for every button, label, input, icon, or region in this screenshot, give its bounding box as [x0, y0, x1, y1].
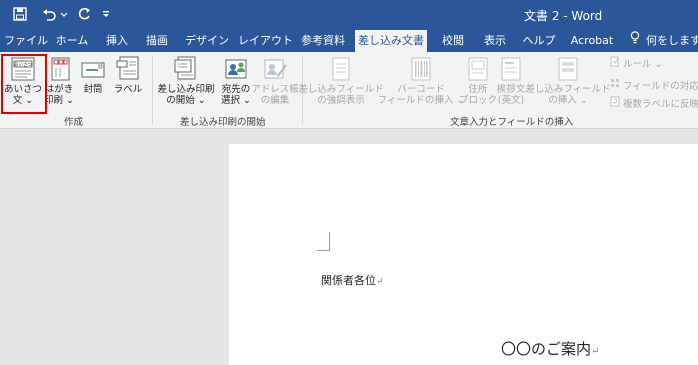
create-group-label: 作成 [64, 117, 84, 128]
select-recipients-label-2: 選択 ⌄ [221, 95, 251, 106]
start-mail-merge-label-1: 差し込み印刷 [157, 84, 215, 95]
tab-acrobat[interactable]: Acrobat [568, 30, 616, 52]
start-mail-merge-icon [172, 56, 200, 82]
highlight-fields-icon [327, 56, 355, 82]
update-labels-icon [610, 96, 620, 110]
address-block-button[interactable]: 住所 ブロック [459, 56, 498, 112]
edit-address-book-label-1: アドレス帳 [251, 84, 299, 95]
tab-mailings[interactable]: 差し込み文書 [355, 30, 427, 52]
start-mail-merge-label-2: の開始 ⌄ [166, 95, 206, 106]
greeting-line-label-2: (英文) [497, 95, 525, 106]
undo-icon[interactable] [40, 4, 70, 24]
tab-design[interactable]: デザイン [182, 30, 232, 52]
address-block-label-2: ブロック [459, 95, 498, 106]
ribbon-tab-bar: ファイル ホーム 挿入 描画 デザイン レイアウト 参考資料 差し込み文書 校閲… [0, 30, 698, 52]
heading-text: 〇〇のご案内 [501, 340, 592, 358]
match-fields-button[interactable]: フィールドの対応 [610, 78, 698, 92]
insert-merge-field-label-1: 差し込みフィールド [525, 84, 611, 95]
paragraph-mark: ↵ [591, 346, 600, 357]
barcode-icon [407, 56, 435, 82]
insert-barcode-field-button[interactable]: バーコード フィールドの挿入 ⌄ [378, 56, 464, 112]
insert-merge-field-icon [554, 56, 582, 82]
postcard-print-button[interactable]: はがき 印刷 ⌄ [42, 56, 76, 112]
title-bar: 文書 2 - Word [0, 0, 698, 30]
write-insert-group-label: 文章入力とフィールドの挿入 [450, 117, 574, 128]
paragraph-mark: ↵ [376, 277, 384, 287]
greeting-letter-highlight [1, 54, 47, 114]
update-labels-button[interactable]: 複数ラベルに反映 [610, 96, 698, 110]
label-icon [114, 56, 142, 82]
insert-merge-field-button[interactable]: 差し込みフィールド の挿入 ⌄ [525, 56, 611, 112]
greeting-line-icon [497, 56, 525, 82]
tab-home[interactable]: ホーム [52, 30, 92, 52]
insert-merge-field-label-2: の挿入 ⌄ [548, 95, 588, 106]
margin-corner-mark [317, 232, 330, 251]
select-recipients-label-1: 宛先の [221, 84, 251, 95]
highlight-merge-fields-button[interactable]: 差し込みフィールド の強調表示 [298, 56, 384, 112]
tab-help[interactable]: ヘルプ [519, 30, 559, 52]
match-fields-icon [610, 78, 620, 92]
address-block-icon [464, 56, 492, 82]
envelope-button[interactable]: 封筒 [78, 56, 108, 112]
tab-view[interactable]: 表示 [478, 30, 512, 52]
match-fields-label: フィールドの対応 [623, 81, 698, 92]
address-block-label-1: 住所 [468, 84, 488, 95]
greeting-line-label-1: 挨拶文 [496, 84, 526, 95]
envelope-label: 封筒 [83, 84, 103, 95]
envelope-icon [79, 56, 107, 82]
tell-me-label: 何をしますか [646, 34, 698, 47]
tab-file[interactable]: ファイル [4, 30, 48, 52]
edit-address-book-label-2: の編集 [260, 95, 290, 106]
edit-address-book-icon [261, 56, 289, 82]
rules-label: ルール ⌄ [623, 59, 663, 70]
window-title: 文書 2 - Word [524, 9, 603, 23]
start-mail-merge-button[interactable]: 差し込み印刷 の開始 ⌄ [156, 56, 216, 112]
update-labels-label: 複数ラベルに反映 [623, 99, 698, 110]
tab-layout[interactable]: レイアウト [238, 30, 293, 52]
document-heading[interactable]: 〇〇のご案内↵ [501, 338, 599, 359]
highlight-fields-label-1: 差し込みフィールド [298, 84, 384, 95]
group-divider [152, 56, 153, 124]
tell-me-box[interactable]: 何をしますか [630, 30, 698, 52]
select-recipients-button[interactable]: 宛先の 選択 ⌄ [218, 56, 254, 112]
redo-icon[interactable] [74, 4, 94, 24]
customize-qat-icon[interactable] [96, 4, 116, 24]
select-recipients-icon [222, 56, 250, 82]
tab-draw[interactable]: 描画 [142, 30, 172, 52]
postcard-icon [45, 56, 73, 82]
rules-button[interactable]: ルール ⌄ [610, 56, 662, 70]
highlight-fields-label-2: の強調表示 [317, 95, 365, 106]
labels-button[interactable]: ラベル [110, 56, 146, 112]
tab-references[interactable]: 参考資料 [296, 30, 350, 52]
lightbulb-icon [630, 30, 640, 52]
edit-address-book-button[interactable]: アドレス帳 の編集 [251, 56, 299, 112]
recipient-text: 関係者各位 [321, 274, 376, 287]
postcard-label-2: 印刷 ⌄ [44, 95, 74, 106]
recipient-line[interactable]: 関係者各位↵ [321, 272, 384, 288]
rules-icon [610, 56, 620, 70]
barcode-label-1: バーコード [397, 84, 445, 95]
tab-review[interactable]: 校閲 [438, 30, 468, 52]
document-page[interactable]: 関係者各位↵ 〇〇のご案内↵ [229, 144, 698, 365]
postcard-label-1: はがき [44, 84, 74, 95]
tab-insert[interactable]: 挿入 [102, 30, 132, 52]
ribbon-panel: あいさつ あいさつ 文 ⌄ はがき 印刷 ⌄ 封筒 ラベル 作成 差し込み印刷 … [0, 52, 698, 129]
save-icon[interactable] [10, 4, 30, 24]
greeting-line-button[interactable]: 挨拶文 (英文) [494, 56, 528, 112]
labels-label: ラベル [113, 84, 143, 95]
start-group-label: 差し込み印刷の開始 [180, 117, 266, 128]
barcode-label-2: フィールドの挿入 ⌄ [377, 95, 465, 106]
